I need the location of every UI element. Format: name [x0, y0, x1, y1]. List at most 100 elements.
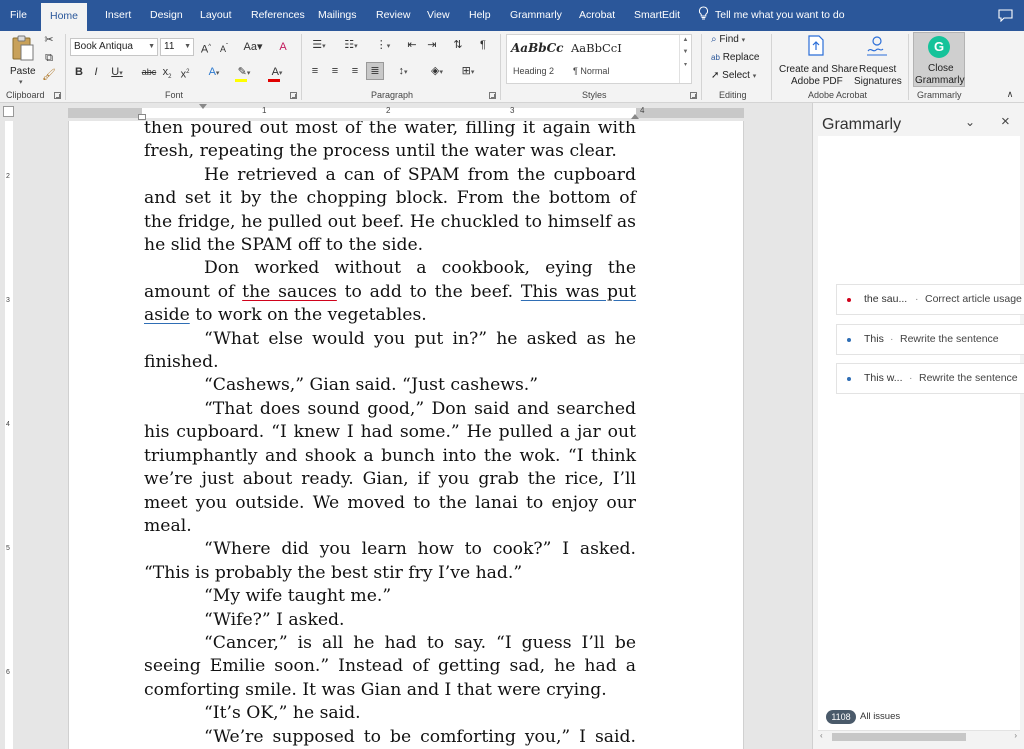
style-normal[interactable]: AaBbCcI ¶ Normal [567, 35, 637, 83]
right-indent-marker[interactable] [631, 114, 639, 119]
chevron-down-icon: ▼ [184, 43, 191, 50]
change-case-icon[interactable]: Aa▾ [241, 40, 265, 54]
group-separator [301, 34, 302, 100]
copy-icon[interactable]: ⧉ [42, 51, 56, 65]
line-spacing-icon[interactable]: ↕▾ [391, 64, 415, 80]
subscript-icon[interactable]: x2 [160, 65, 174, 84]
styles-launcher-icon[interactable] [690, 92, 697, 99]
font-group-label: Font [165, 90, 184, 100]
bullets-icon[interactable]: ☰▾ [307, 38, 331, 54]
tab-home[interactable]: Home [41, 3, 88, 31]
tab-smartedit[interactable]: SmartEdit [634, 0, 680, 31]
paragraph[interactable]: “We’re supposed to be comforting you,” I… [144, 726, 636, 749]
replace-button[interactable]: ab Replace [711, 52, 759, 63]
align-left-icon[interactable]: ≡ [308, 64, 322, 78]
select-button[interactable]: ➚ Select ▾ [711, 70, 756, 81]
font-color-icon[interactable]: A▾ [266, 65, 288, 82]
font-size-combo[interactable]: 11 ▼ [160, 38, 194, 56]
align-right-icon[interactable]: ≡ [348, 64, 362, 78]
grow-font-icon[interactable]: A^ [199, 40, 213, 57]
cut-icon[interactable]: ✂ [42, 33, 56, 47]
paragraph[interactable]: He retrieved a can of SPAM from the cupb… [144, 164, 636, 258]
italic-icon[interactable]: I [90, 65, 102, 79]
borders-icon[interactable]: ⊞▾ [456, 64, 480, 80]
tab-references[interactable]: References [251, 0, 305, 31]
paragraph[interactable]: “My wife taught me.” [144, 585, 636, 608]
scrollbar-thumb[interactable] [832, 733, 966, 741]
paragraph[interactable]: “Wife?” I asked. [144, 609, 636, 632]
tab-view[interactable]: View [427, 0, 450, 31]
collapse-ribbon-icon[interactable]: ∧ [1003, 87, 1017, 101]
scroll-left-icon[interactable]: ‹ [820, 731, 823, 740]
tab-review[interactable]: Review [376, 0, 410, 31]
paragraph[interactable]: Don worked without a cookbook, eying the… [144, 257, 636, 327]
tab-file[interactable]: File [10, 0, 27, 31]
show-marks-icon[interactable]: ¶ [476, 38, 490, 52]
clipboard-launcher-icon[interactable] [54, 92, 61, 99]
strikethrough-icon[interactable]: abc [141, 65, 157, 79]
comments-icon[interactable] [998, 9, 1013, 22]
paragraph[interactable]: then poured out most of the water, filli… [144, 121, 636, 164]
text-effects-icon[interactable]: A▾ [203, 65, 225, 81]
clear-formatting-icon[interactable]: A [276, 40, 290, 54]
styles-gallery-scroll[interactable]: ▲ ▼ ▾ [679, 35, 691, 83]
left-indent-marker[interactable] [138, 114, 146, 120]
paragraph[interactable]: “It’s OK,” he said. [144, 702, 636, 725]
tab-grammarly[interactable]: Grammarly [510, 0, 562, 31]
document-scrollbar[interactable] [793, 103, 810, 749]
tab-help[interactable]: Help [469, 0, 491, 31]
all-issues-label[interactable]: All issues [860, 710, 900, 724]
increase-indent-icon[interactable]: ⇥ [425, 38, 439, 52]
ruler-right-margin [636, 108, 744, 118]
tab-selector[interactable] [3, 106, 14, 117]
find-button[interactable]: ⌕ Find ▾ [711, 34, 745, 45]
bold-icon[interactable]: B [73, 65, 85, 79]
scroll-right-icon[interactable]: › [1014, 731, 1017, 740]
multilevel-list-icon[interactable]: ⋮▾ [371, 38, 395, 54]
tab-acrobat[interactable]: Acrobat [579, 0, 615, 31]
paragraph[interactable]: “Cancer,” is all he had to say. “I guess… [144, 632, 636, 702]
text-run: He retrieved a can of SPAM from the cupb… [144, 164, 636, 256]
paragraph[interactable]: “What else would you put in?” he asked a… [144, 328, 636, 375]
pdf-share-icon [808, 35, 824, 56]
document-body[interactable]: then poured out most of the water, filli… [144, 121, 636, 749]
tab-insert[interactable]: Insert [105, 0, 131, 31]
superscript-icon[interactable]: x2 [178, 65, 192, 82]
align-center-icon[interactable]: ≡ [328, 64, 342, 78]
decrease-indent-icon[interactable]: ⇤ [405, 38, 419, 52]
paste-button[interactable]: Paste ▾ [8, 34, 38, 86]
create-pdf-button[interactable]: Create and Share Adobe PDF [776, 34, 858, 88]
highlight-icon[interactable]: ✎▾ [233, 65, 255, 82]
close-grammarly-button[interactable]: G Close Grammarly [913, 32, 965, 87]
close-icon[interactable]: × [1001, 113, 1010, 130]
suggestion-card[interactable]: This · Rewrite the sentence [836, 324, 1024, 355]
suggestion-card[interactable]: This w... · Rewrite the sentence [836, 363, 1024, 394]
shrink-font-icon[interactable]: Aˇ [217, 40, 231, 56]
grammarly-pane-scrollbar[interactable]: ‹ › [818, 730, 1020, 742]
numbering-icon[interactable]: ☷▾ [339, 38, 363, 54]
tab-design[interactable]: Design [150, 0, 183, 31]
suggestion-card[interactable]: the sau... · Correct article usage [836, 284, 1024, 315]
justify-icon[interactable]: ≣ [366, 62, 384, 80]
underline-icon[interactable]: U▾ [108, 65, 126, 81]
request-signatures-button[interactable]: Request Signatures [853, 34, 903, 88]
font-launcher-icon[interactable] [290, 92, 297, 99]
chevron-down-icon[interactable]: ⌄ [965, 115, 975, 129]
group-separator [908, 34, 909, 100]
font-name-combo[interactable]: Book Antiqua ▼ [70, 38, 158, 56]
document-page[interactable]: then poured out most of the water, filli… [68, 121, 744, 749]
tell-me-box[interactable]: Tell me what you want to do [698, 0, 845, 31]
format-painter-icon[interactable]: 🖌 [42, 68, 56, 82]
tab-mailings[interactable]: Mailings [318, 0, 357, 31]
grammar-error-highlight[interactable]: the sauces [242, 282, 337, 302]
paragraph[interactable]: “That does sound good,” Don said and sea… [144, 398, 636, 538]
paragraph[interactable]: “Where did you learn how to cook?” I ask… [144, 538, 636, 585]
style-heading-2[interactable]: AaBbCc Heading 2 [507, 35, 567, 83]
paragraph[interactable]: “Cashews,” Gian said. “Just cashews.” [144, 374, 636, 397]
shading-icon[interactable]: ◈▾ [425, 64, 449, 80]
sort-icon[interactable]: ⇅ [451, 38, 465, 52]
issues-count-badge[interactable]: 1108 [826, 710, 856, 724]
first-line-indent-marker[interactable] [199, 104, 207, 109]
paragraph-launcher-icon[interactable] [489, 92, 496, 99]
tab-layout[interactable]: Layout [200, 0, 232, 31]
